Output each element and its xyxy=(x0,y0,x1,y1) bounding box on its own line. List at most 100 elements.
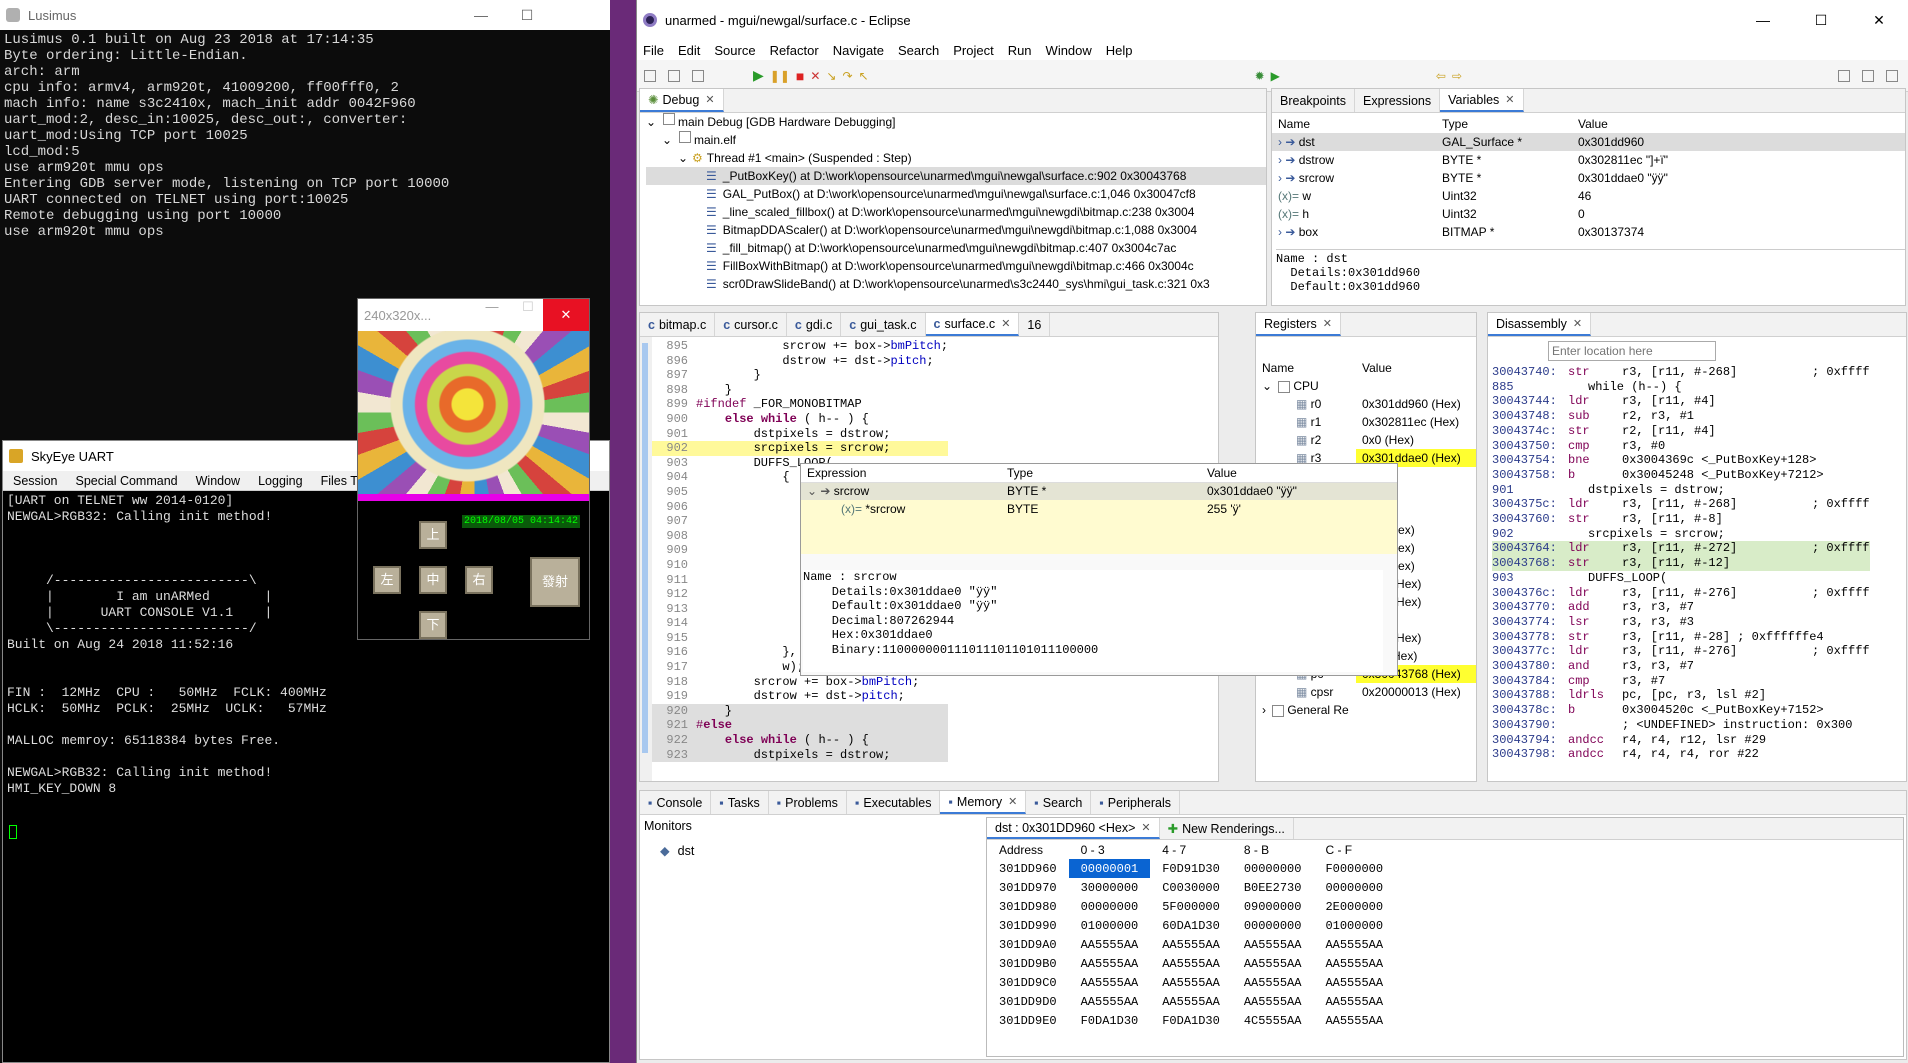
memory-cell[interactable]: AA5555AA xyxy=(1313,935,1395,954)
tab-registers[interactable]: Registers ✕ xyxy=(1256,313,1342,336)
stack-frame[interactable]: ☰ _fill_bitmap() at D:\work\opensource\un… xyxy=(646,239,1266,257)
memory-cell[interactable]: 09000000 xyxy=(1232,897,1314,916)
step-return-icon[interactable]: ↖ xyxy=(859,69,869,83)
col-expression[interactable]: Expression xyxy=(801,464,1001,482)
memory-cell[interactable]: F0D91D30 xyxy=(1150,859,1232,878)
up-button[interactable]: 上 xyxy=(419,521,447,549)
right-button[interactable]: 右 xyxy=(465,566,493,594)
close-icon[interactable]: ✕ xyxy=(1573,317,1582,330)
tab-cursor-c[interactable]: c cursor.c xyxy=(715,313,787,336)
memory-cell[interactable]: 2E000000 xyxy=(1313,897,1395,916)
stack-frame[interactable]: ☰ FillBoxWithBitmap() at D:\work\opensour… xyxy=(646,257,1266,275)
run-icon[interactable]: ▶ xyxy=(1271,69,1280,83)
register-row[interactable]: ▦ cpsr 0x20000013 (Hex) xyxy=(1256,683,1476,701)
memory-row[interactable]: 301DD980 00000000 5F000000 09000000 2E000000 xyxy=(987,897,1395,916)
fire-button[interactable]: 發射 xyxy=(530,557,580,607)
variable-row[interactable]: › ➔ dstrow BYTE * 0x302811ec "]+ï" xyxy=(1272,151,1905,169)
tab-debug[interactable]: ✺ Debug ✕ xyxy=(640,89,724,112)
memory-cell[interactable]: AA5555AA xyxy=(1069,954,1151,973)
memory-cell[interactable]: AA5555AA xyxy=(1069,992,1151,1011)
memory-cell[interactable]: AA5555AA xyxy=(1069,973,1151,992)
debug-icon[interactable]: ✹ xyxy=(1255,69,1265,83)
print-icon[interactable] xyxy=(692,69,704,82)
eclipse-titlebar[interactable]: unarmed - mgui/newgal/surface.c - Eclips… xyxy=(637,0,1908,40)
stack-frame[interactable]: ☰ _PutBoxKey() at D:\work\opensource\unar… xyxy=(646,167,1266,185)
save-icon[interactable] xyxy=(668,69,680,82)
expression-row[interactable]: ⌄ ➔ srcrow BYTE * 0x301ddae0 "ÿÿ" xyxy=(801,482,1397,500)
close-icon[interactable]: ✕ xyxy=(1008,795,1017,808)
memory-cell[interactable]: F0DA1D30 xyxy=(1069,1011,1151,1030)
memory-cell[interactable]: 4C5555AA xyxy=(1232,1011,1314,1030)
tab-memory-rendering[interactable]: dst : 0x301DD960 <Hex> ✕ xyxy=(987,818,1160,839)
maximize-icon[interactable]: ☐ xyxy=(504,7,550,24)
memory-cell[interactable]: AA5555AA xyxy=(1313,1011,1395,1030)
col-name[interactable]: Name xyxy=(1272,115,1436,133)
forward-icon[interactable]: ⇨ xyxy=(1452,69,1462,83)
memory-cell[interactable]: AA5555AA xyxy=(1150,973,1232,992)
menu-item-window[interactable]: Window xyxy=(1046,43,1092,58)
more-tabs[interactable]: 16 xyxy=(1019,313,1051,336)
memory-cell[interactable]: B0EE2730 xyxy=(1232,878,1314,897)
tab-gdi-c[interactable]: c gdi.c xyxy=(787,313,842,336)
tab-disassembly[interactable]: Disassembly ✕ xyxy=(1488,313,1592,336)
tab-console[interactable]: ▪ Console xyxy=(640,791,712,814)
close-icon[interactable]: ✕ xyxy=(1323,317,1332,330)
maximize-icon[interactable]: ☐ xyxy=(1792,12,1850,29)
tab-expressions[interactable]: Expressions xyxy=(1355,89,1441,112)
monitor-item[interactable]: ◆ dst xyxy=(660,843,694,858)
variable-row[interactable]: › ➔ dst GAL_Surface * 0x301dd960 xyxy=(1272,133,1905,151)
register-row[interactable]: ▦ r2 0x0 (Hex) xyxy=(1256,431,1476,449)
tab-variables[interactable]: Variables ✕ xyxy=(1440,89,1524,112)
memory-cell[interactable]: AA5555AA xyxy=(1313,973,1395,992)
terminate-icon[interactable]: ■ xyxy=(796,68,804,84)
memory-cell[interactable]: AA5555AA xyxy=(1313,954,1395,973)
memory-cell[interactable]: C0030000 xyxy=(1150,878,1232,897)
memory-row[interactable]: 301DD9C0 AA5555AA AA5555AA AA5555AA AA5555AA xyxy=(987,973,1395,992)
memory-row[interactable]: 301DD970 30000000 C0030000 B0EE2730 00000000 xyxy=(987,878,1395,897)
memory-cell[interactable]: AA5555AA xyxy=(1069,935,1151,954)
menu-item[interactable]: Session xyxy=(13,474,57,488)
step-into-icon[interactable]: ↘ xyxy=(826,69,836,83)
col-value[interactable]: Value xyxy=(1201,464,1397,482)
tab-surface-c[interactable]: c surface.c ✕ xyxy=(925,313,1020,336)
memory-cell[interactable]: 00000000 xyxy=(1313,878,1395,897)
col-type[interactable]: Type xyxy=(1436,115,1572,133)
memory-cell[interactable]: AA5555AA xyxy=(1232,992,1314,1011)
menu-item-edit[interactable]: Edit xyxy=(678,43,700,58)
stack-frame[interactable]: ☰ BitmapDDAScaler() at D:\work\opensource… xyxy=(646,221,1266,239)
memory-row[interactable]: 301DD990 01000000 60DA1D30 00000000 01000000 xyxy=(987,916,1395,935)
menu-item-project[interactable]: Project xyxy=(953,43,993,58)
left-button[interactable]: 左 xyxy=(373,566,401,594)
step-over-icon[interactable]: ↷ xyxy=(842,69,852,83)
close-icon[interactable]: ✕ xyxy=(705,93,714,106)
menu-item-source[interactable]: Source xyxy=(714,43,755,58)
menu-item-search[interactable]: Search xyxy=(898,43,939,58)
variable-row[interactable]: › ➔ srcrow BYTE * 0x301ddae0 "ÿÿ" xyxy=(1272,169,1905,187)
menu-item[interactable]: Special Command xyxy=(75,474,177,488)
disconnect-icon[interactable]: ✕ xyxy=(810,69,820,83)
disassembly-code[interactable]: 30043740: str r3, [r11, #-268] ; 0xffff 885 w… xyxy=(1492,365,1870,762)
close-icon[interactable]: ✕ xyxy=(1141,821,1150,834)
tab-peripherals[interactable]: ▪ Peripherals xyxy=(1091,791,1181,814)
memory-cell[interactable]: F0DA1D30 xyxy=(1150,1011,1232,1030)
memory-cell[interactable]: 00000001 xyxy=(1068,859,1151,878)
tab-bitmap-c[interactable]: c bitmap.c xyxy=(640,313,716,336)
minimize-icon[interactable]: — xyxy=(471,299,513,331)
memory-cell[interactable]: 60DA1D30 xyxy=(1150,916,1232,935)
cpu-group[interactable]: ⌄ CPU xyxy=(1256,377,1476,395)
memory-row[interactable]: 301DD9E0 F0DA1D30 F0DA1D30 4C5555AA AA5555AA xyxy=(987,1011,1395,1030)
menu-item[interactable]: Logging xyxy=(258,474,303,488)
menu-item-refactor[interactable]: Refactor xyxy=(770,43,819,58)
debug-perspective-icon[interactable] xyxy=(1862,69,1874,82)
memory-cell[interactable]: 00000000 xyxy=(1232,859,1314,878)
memory-row[interactable]: 301DD9B0 AA5555AA AA5555AA AA5555AA AA5555AA xyxy=(987,954,1395,973)
close-icon[interactable]: ✕ xyxy=(1850,12,1908,29)
memory-cell[interactable]: AA5555AA xyxy=(1150,935,1232,954)
col-value[interactable]: Value xyxy=(1356,359,1476,377)
target-item[interactable]: ⌄ main.elf xyxy=(646,131,1266,149)
col-type[interactable]: Type xyxy=(1001,464,1201,482)
maximize-icon[interactable]: ☐ xyxy=(513,299,543,331)
resume-icon[interactable]: ▶ xyxy=(753,67,764,84)
memory-cell[interactable]: F0000000 xyxy=(1313,859,1395,878)
tab-breakpoints[interactable]: Breakpoints xyxy=(1272,89,1356,112)
